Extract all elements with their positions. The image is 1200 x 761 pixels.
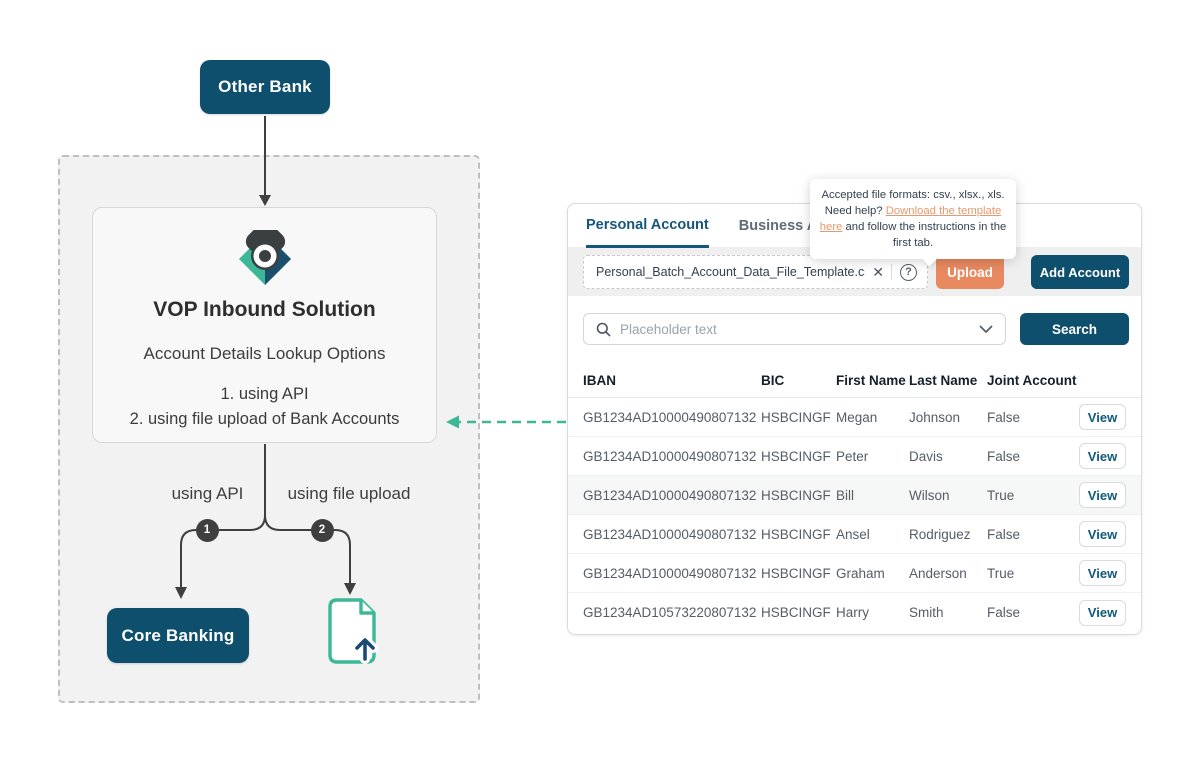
branch-label-api: using API [160,484,255,504]
vop-subtitle: Account Details Lookup Options [93,344,436,364]
view-button[interactable]: View [1079,600,1126,626]
other-bank-label: Other Bank [218,77,312,97]
branch-label-file-upload: using file upload [278,484,420,504]
file-upload-field[interactable]: Personal_Batch_Account_Data_File_Templat… [583,255,928,289]
table-row: GB1234AD10000490807132 HSBCINGF Peter Da… [568,437,1141,476]
cell-last-name: Davis [909,449,987,464]
core-banking-node: Core Banking [107,608,249,663]
cell-iban: GB1234AD10000490807132 [583,449,761,464]
add-account-button[interactable]: Add Account [1031,255,1129,289]
cell-first-name: Peter [836,449,909,464]
cell-iban: GB1234AD10000490807132 [583,410,761,425]
table-row: GB1234AD10000490807132 HSBCINGF Ansel Ro… [568,515,1141,554]
cell-first-name: Megan [836,410,909,425]
clear-file-icon[interactable]: ✕ [865,264,891,281]
cell-bic: HSBCINGF [761,410,836,425]
table-header: IBAN BIC First Name Last Name Joint Acco… [568,363,1141,398]
cell-bic: HSBCINGF [761,449,836,464]
table-body: GB1234AD10000490807132 HSBCINGF Megan Jo… [568,398,1141,632]
core-banking-label: Core Banking [122,626,235,646]
cell-iban: GB1234AD10000490807132 [583,566,761,581]
view-button[interactable]: View [1079,404,1126,430]
chevron-down-icon[interactable] [979,325,993,334]
file-upload-icon [324,596,380,671]
upload-help-tooltip: Accepted file formats: csv., xlsx., xls.… [810,179,1016,259]
cell-first-name: Graham [836,566,909,581]
table-row: GB1234AD10573220807132 HSBCINGF Harry Sm… [568,593,1141,632]
vop-option-2: 2. using file upload of Bank Accounts [93,407,436,432]
upload-button[interactable]: Upload [936,255,1004,289]
tooltip-text-after: and follow the instructions in the first… [842,221,1006,249]
table-row: GB1234AD10000490807132 HSBCINGF Megan Jo… [568,398,1141,437]
column-header-first-name: First Name [836,373,909,388]
cell-first-name: Ansel [836,527,909,542]
cell-iban: GB1234AD10000490807132 [583,488,761,503]
cell-joint-account: True [987,566,1079,581]
view-button[interactable]: View [1079,443,1126,469]
cell-last-name: Johnson [909,410,987,425]
table-row: GB1234AD10000490807132 HSBCINGF Graham A… [568,554,1141,593]
cell-first-name: Harry [836,605,909,620]
cell-iban: GB1234AD10000490807132 [583,527,761,542]
vop-solution-box: VOP Inbound Solution Account Details Loo… [92,207,437,443]
search-icon [596,322,611,337]
search-box[interactable] [583,313,1006,345]
cell-last-name: Rodriguez [909,527,987,542]
vop-title: VOP Inbound Solution [93,298,436,322]
table-row: GB1234AD10000490807132 HSBCINGF Bill Wil… [568,476,1141,515]
account-management-panel: Personal Account Business Account Person… [567,203,1142,635]
search-input[interactable] [620,322,979,337]
cell-joint-account: False [987,410,1079,425]
uploaded-file-name: Personal_Batch_Account_Data_File_Templat… [596,265,865,279]
cell-joint-account: False [987,605,1079,620]
vop-option-1: 1. using API [93,382,436,407]
search-button[interactable]: Search [1020,313,1129,345]
cell-iban: GB1234AD10573220807132 [583,605,761,620]
cell-bic: HSBCINGF [761,605,836,620]
cell-joint-account: False [987,449,1079,464]
accounts-table: IBAN BIC First Name Last Name Joint Acco… [568,363,1141,632]
other-bank-node: Other Bank [200,60,330,114]
cell-bic: HSBCINGF [761,488,836,503]
branch-number-1-badge: 1 [196,519,219,542]
branch-number-2-badge: 2 [311,519,334,542]
cell-last-name: Smith [909,605,987,620]
cell-joint-account: True [987,488,1079,503]
view-button[interactable]: View [1079,521,1126,547]
column-header-iban: IBAN [583,373,761,388]
field-divider [891,264,892,280]
page: Other Bank VOP Inbound Solution Account … [0,0,1200,761]
cell-last-name: Anderson [909,566,987,581]
vop-logo-icon [236,230,294,288]
tab-personal-account[interactable]: Personal Account [586,204,709,248]
view-button[interactable]: View [1079,560,1126,586]
cell-first-name: Bill [836,488,909,503]
column-header-last-name: Last Name [909,373,987,388]
cell-last-name: Wilson [909,488,987,503]
cell-bic: HSBCINGF [761,566,836,581]
cell-joint-account: False [987,527,1079,542]
help-icon[interactable]: ? [900,264,917,281]
view-button[interactable]: View [1079,482,1126,508]
column-header-joint-account: Joint Account [987,373,1079,388]
column-header-bic: BIC [761,373,836,388]
cell-bic: HSBCINGF [761,527,836,542]
